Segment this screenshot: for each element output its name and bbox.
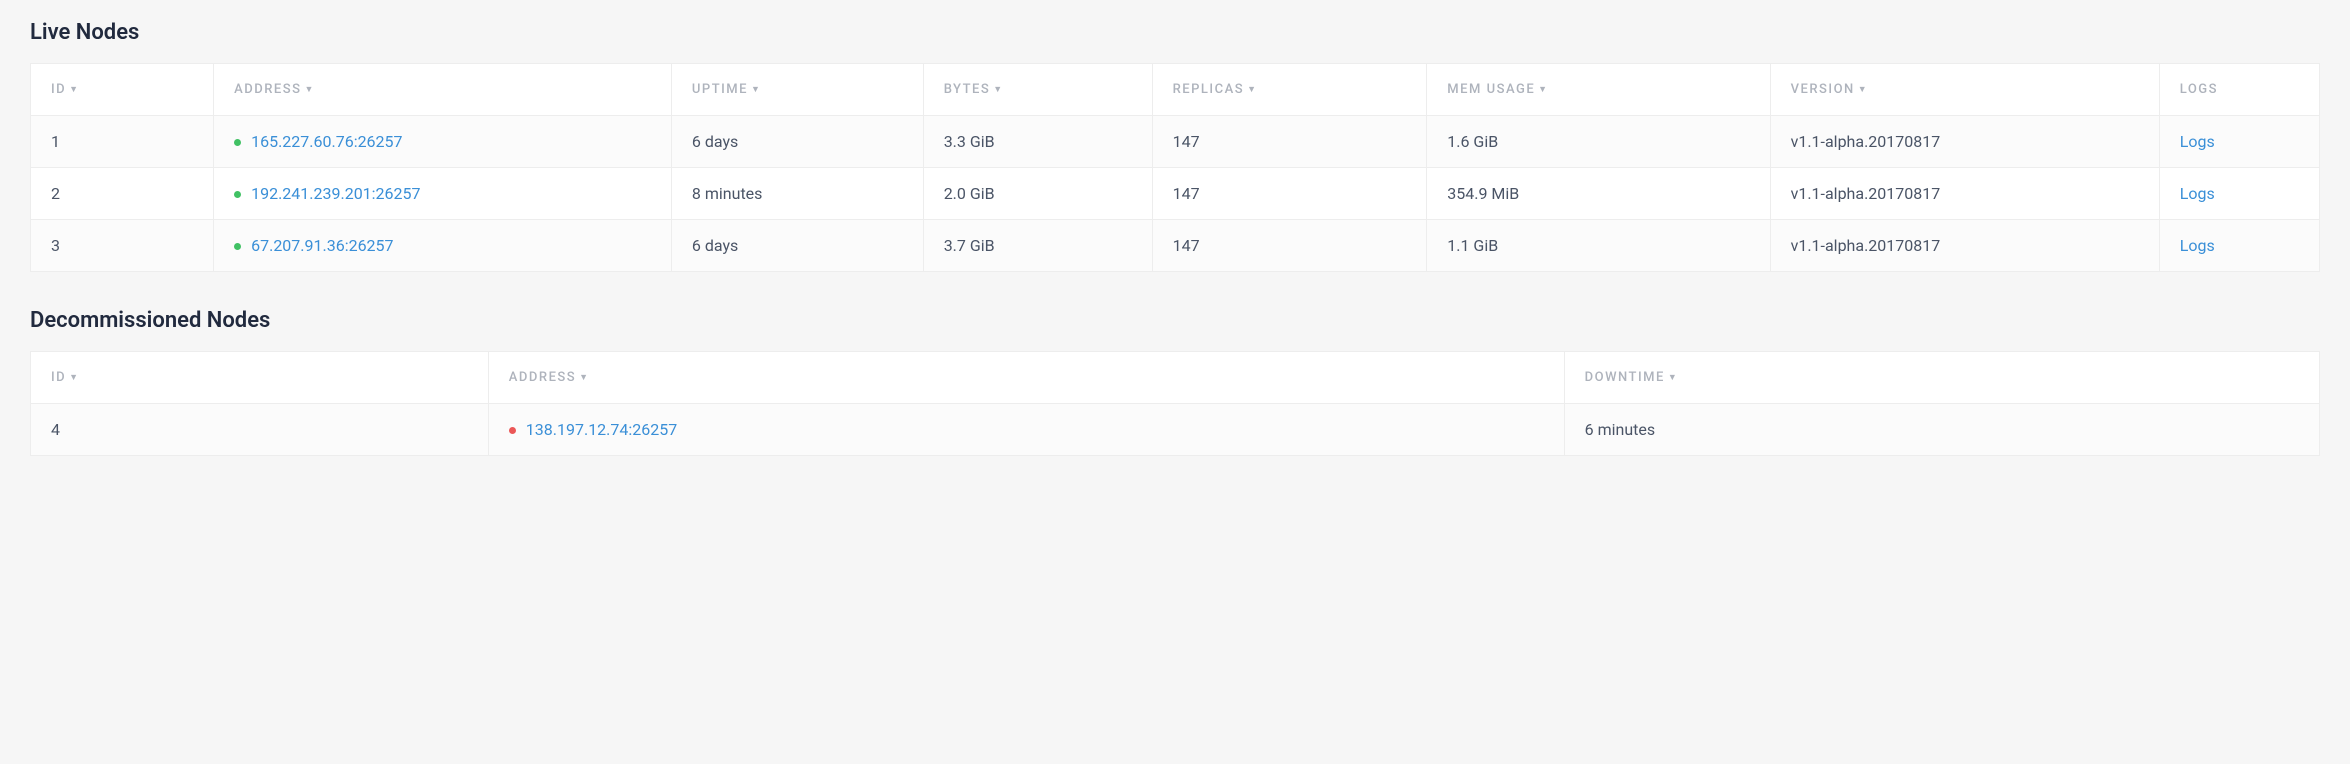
cell-version: v1.1-alpha.20170817: [1770, 116, 2159, 168]
table-row: 2 192.241.239.201:26257 8 minutes2.0 GiB14…: [31, 168, 2320, 220]
live-nodes-title: Live Nodes: [30, 20, 2320, 45]
table-row: 3 67.207.91.36:26257 6 days3.7 GiB1471.1 G…: [31, 220, 2320, 272]
sort-icon: ▼: [993, 85, 1003, 95]
cell-uptime: 8 minutes: [671, 168, 923, 220]
cell-uptime: 6 days: [671, 116, 923, 168]
table-row: 1 165.227.60.76:26257 6 days3.3 GiB1471.6 …: [31, 116, 2320, 168]
address-link[interactable]: 192.241.239.201:26257: [251, 184, 420, 203]
cell-id: 3: [31, 220, 214, 272]
live-header-bytes[interactable]: BYTES▼: [923, 64, 1152, 116]
cell-version: v1.1-alpha.20170817: [1770, 168, 2159, 220]
address-link[interactable]: 165.227.60.76:26257: [251, 132, 402, 151]
live-header-replicas[interactable]: REPLICAS▼: [1152, 64, 1427, 116]
cell-version: v1.1-alpha.20170817: [1770, 220, 2159, 272]
address-link[interactable]: 67.207.91.36:26257: [251, 236, 393, 255]
live-nodes-section: Live Nodes ID▼ ADDRESS▼ UPTIME▼ BYTES▼ R…: [30, 20, 2320, 272]
decom-header-address[interactable]: ADDRESS▼: [488, 352, 1564, 404]
live-header-version[interactable]: VERSION▼: [1770, 64, 2159, 116]
sort-icon: ▼: [1668, 373, 1678, 383]
live-header-id[interactable]: ID▼: [31, 64, 214, 116]
sort-icon: ▼: [69, 85, 79, 95]
sort-icon: ▼: [1858, 85, 1868, 95]
address-link[interactable]: 138.197.12.74:26257: [526, 420, 677, 439]
cell-mem-usage: 1.6 GiB: [1427, 116, 1770, 168]
decom-header-downtime[interactable]: DOWNTIME▼: [1564, 352, 2319, 404]
sort-icon: ▼: [69, 373, 79, 383]
cell-logs: Logs: [2159, 220, 2319, 272]
sort-icon: ▼: [1538, 85, 1548, 95]
table-row: 4 138.197.12.74:26257 6 minutes: [31, 404, 2320, 456]
cell-address: 165.227.60.76:26257: [214, 116, 672, 168]
cell-mem-usage: 1.1 GiB: [1427, 220, 1770, 272]
sort-icon: ▼: [1247, 85, 1257, 95]
cell-replicas: 147: [1152, 116, 1427, 168]
decommissioned-nodes-table: ID▼ ADDRESS▼ DOWNTIME▼ 4 138.197.12.74:26…: [30, 351, 2320, 456]
decom-header-id[interactable]: ID▼: [31, 352, 489, 404]
cell-address: 67.207.91.36:26257: [214, 220, 672, 272]
cell-mem-usage: 354.9 MiB: [1427, 168, 1770, 220]
cell-replicas: 147: [1152, 220, 1427, 272]
cell-address: 138.197.12.74:26257: [488, 404, 1564, 456]
cell-logs: Logs: [2159, 168, 2319, 220]
live-nodes-table: ID▼ ADDRESS▼ UPTIME▼ BYTES▼ REPLICAS▼ ME…: [30, 63, 2320, 272]
live-header-logs: LOGS: [2159, 64, 2319, 116]
live-header-uptime[interactable]: UPTIME▼: [671, 64, 923, 116]
logs-link[interactable]: Logs: [2180, 236, 2215, 255]
live-header-mem-usage[interactable]: MEM USAGE▼: [1427, 64, 1770, 116]
sort-icon: ▼: [304, 85, 314, 95]
cell-id: 1: [31, 116, 214, 168]
decommissioned-nodes-title: Decommissioned Nodes: [30, 308, 2320, 333]
cell-id: 2: [31, 168, 214, 220]
cell-id: 4: [31, 404, 489, 456]
cell-bytes: 3.7 GiB: [923, 220, 1152, 272]
sort-icon: ▼: [751, 85, 761, 95]
cell-bytes: 2.0 GiB: [923, 168, 1152, 220]
cell-replicas: 147: [1152, 168, 1427, 220]
cell-bytes: 3.3 GiB: [923, 116, 1152, 168]
status-dot-icon: [234, 191, 241, 198]
logs-link[interactable]: Logs: [2180, 184, 2215, 203]
cell-logs: Logs: [2159, 116, 2319, 168]
cell-address: 192.241.239.201:26257: [214, 168, 672, 220]
status-dot-icon: [234, 139, 241, 146]
status-dot-icon: [509, 427, 516, 434]
logs-link[interactable]: Logs: [2180, 132, 2215, 151]
live-header-address[interactable]: ADDRESS▼: [214, 64, 672, 116]
status-dot-icon: [234, 243, 241, 250]
cell-downtime: 6 minutes: [1564, 404, 2319, 456]
cell-uptime: 6 days: [671, 220, 923, 272]
decommissioned-nodes-section: Decommissioned Nodes ID▼ ADDRESS▼ DOWNTI…: [30, 308, 2320, 456]
sort-icon: ▼: [579, 373, 589, 383]
